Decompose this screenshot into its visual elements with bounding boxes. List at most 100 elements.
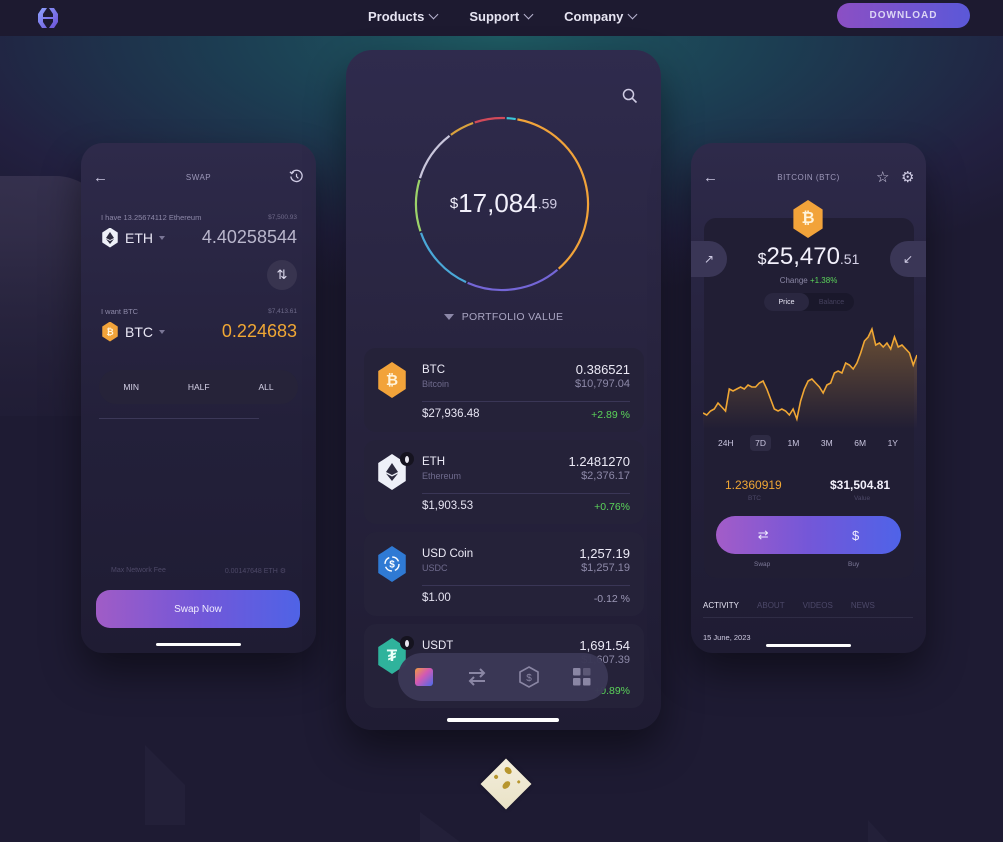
download-button[interactable]: DOWNLOAD [837,3,970,28]
divider [99,418,259,419]
action-bar: ⇄ $ [716,516,901,554]
range-7d[interactable]: 7D [750,435,771,451]
home-indicator [156,643,241,646]
exodus-logo-icon[interactable] [36,6,60,30]
coin-price: $25,470.51 [757,243,860,270]
bitcoin-icon: ₿ [102,321,118,342]
price-change: Change +1.38% [779,276,838,285]
balance-tab[interactable]: Balance [809,293,854,311]
tab-about[interactable]: ABOUT [757,601,785,610]
buy-action-label: Buy [848,561,860,568]
star-icon[interactable]: ☆ [876,168,890,186]
network-badge-icon [400,636,414,650]
donut-segment [474,116,505,124]
from-amount-input[interactable]: 4.40258544 [202,227,297,248]
arrow-left-icon[interactable]: ← [93,169,109,186]
background-shard [868,820,888,842]
range-6m[interactable]: 6M [849,435,871,451]
dollar-icon[interactable]: $ [852,528,859,543]
price-line-chart [703,326,917,429]
chevron-down-icon [523,9,534,20]
chevron-down-icon [159,329,165,334]
home-indicator [766,644,851,647]
screen-title: SWAP [185,173,212,182]
min-chip[interactable]: MIN [123,382,139,392]
holding-value-label: Value [854,495,871,502]
tab-activity[interactable]: ACTIVITY [703,601,739,610]
swap-now-button[interactable]: Swap Now [96,590,300,628]
bitcoin-icon: ₿ [378,362,406,398]
network-fee-row: Max Network Fee 0.00147648 ETH ⚙ [111,567,286,575]
nav-company[interactable]: Company [564,9,638,24]
chevron-down-icon [627,9,638,20]
half-chip[interactable]: HALF [188,382,210,392]
range-1m[interactable]: 1M [783,435,805,451]
caret-down-icon [443,314,454,320]
fee-label: Max Network Fee [111,567,166,574]
svg-text:$: $ [389,560,395,571]
portfolio-screen: $17,084.59 PORTFOLIO VALUE ₿ BTC Bitcoin… [346,50,661,730]
chevron-down-icon [159,235,165,240]
donut-segment [506,117,516,121]
fee-value: 0.00147648 ETH [224,568,278,575]
nav-products[interactable]: Products [368,9,439,24]
donut-segment [450,121,474,136]
amount-chips: MIN HALF ALL [99,370,298,404]
range-1y[interactable]: 1Y [883,435,903,451]
swap-action-label: Swap [754,561,771,568]
price-tab[interactable]: Price [764,293,809,311]
donut-segment [418,135,451,179]
holding-unit: BTC [748,495,761,502]
swap-direction-button[interactable]: ⇅ [267,260,297,290]
tab-news[interactable]: NEWS [851,601,875,610]
coin-icon[interactable]: $ [518,666,540,688]
to-amount: 0.224683 [221,321,297,341]
swap-icon[interactable]: ⇄ [758,527,769,543]
coin-tabs: ACTIVITY ABOUT VIDEOS NEWS [703,601,913,618]
asset-card-usdc[interactable]: $ USD Coin USDC 1,257.19 $1,257.19 $1.00… [364,532,644,616]
range-3m[interactable]: 3M [816,435,838,451]
history-icon[interactable] [289,169,304,184]
apps-icon[interactable] [571,666,593,688]
chart-area [703,329,917,429]
asset-card-btc[interactable]: ₿ BTC Bitcoin 0.386521 $10,797.04 $27,93… [364,348,644,432]
svg-text:$: $ [526,673,532,684]
donut-segment [419,232,467,284]
top-navigation: Products Support Company DOWNLOAD [0,0,1003,36]
swap-screen: ← SWAP I have 13.25674112 Ethereum $7,500… [81,143,316,653]
usdc-icon: $ [378,546,406,582]
home-indicator [447,718,559,722]
from-label: I have 13.25674112 Ethereum [101,213,202,222]
portfolio-icon[interactable] [413,666,435,688]
holding-value: $31,504.81 [830,478,891,492]
coin-detail-screen: ← BITCOIN (BTC) ☆ ⚙ ₿ ↗ ↙ $25,470.51 Cha… [691,143,926,653]
exchange-icon[interactable] [466,666,488,688]
nav-support[interactable]: Support [469,9,534,24]
to-label: I want BTC [101,307,139,316]
asset-card-eth[interactable]: ETH Ethereum 1.2481270 $2,376.17 $1,903.… [364,440,644,524]
network-badge-icon [400,452,414,466]
background-shard [420,812,460,842]
all-chip[interactable]: ALL [258,382,273,392]
portfolio-value-toggle[interactable]: PORTFOLIO VALUE [346,311,661,323]
arrow-left-icon[interactable]: ← [703,169,719,186]
range-24h[interactable]: 24H [713,435,739,451]
ethereum-icon [102,227,118,248]
search-icon[interactable] [622,88,638,104]
gear-icon[interactable]: ⚙ [280,568,286,575]
background-shard [145,745,185,825]
bottom-navigation: $ [398,653,608,701]
tab-videos[interactable]: VIDEOS [803,601,833,610]
decorative-gold-diamond [480,758,532,810]
price-balance-toggle: Price Balance [764,293,854,311]
donut-segment [467,268,559,292]
holding-amount: 1.2360919 [725,478,782,492]
to-fiat: $7,413.61 [268,308,297,315]
from-token-select[interactable]: ETH [101,227,165,248]
to-token-select[interactable]: ₿ BTC [101,321,165,342]
screen-title: BITCOIN (BTC) [777,173,840,182]
portfolio-total: $17,084.59 [449,188,558,218]
gear-icon[interactable]: ⚙ [901,168,915,186]
from-fiat: $7,500.93 [268,214,297,221]
chevron-down-icon [428,9,439,20]
